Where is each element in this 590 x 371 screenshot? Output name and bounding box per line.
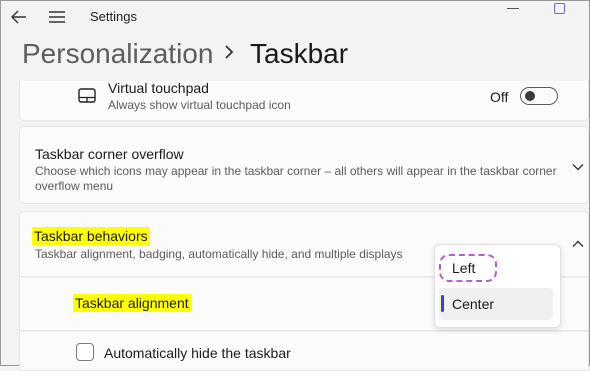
minimize-button[interactable] — [507, 8, 519, 9]
virtual-touchpad-title: Virtual touchpad — [108, 80, 209, 96]
maximize-button[interactable] — [554, 3, 565, 14]
option-center-label: Center — [452, 296, 495, 312]
toggle-state-label: Off — [490, 89, 509, 105]
auto-hide-checkbox[interactable] — [76, 343, 94, 361]
app-title: Settings — [90, 9, 137, 24]
corner-overflow-description-line1: Choose which icons may appear in the tas… — [35, 164, 557, 178]
corner-overflow-title: Taskbar corner overflow — [35, 146, 184, 162]
behaviors-title: Taskbar behaviors — [32, 227, 150, 245]
option-left-label: Left — [452, 260, 476, 276]
alignment-dropdown[interactable]: Left Center — [434, 244, 561, 328]
back-arrow-icon[interactable] — [10, 8, 28, 26]
chevron-down-icon[interactable] — [572, 163, 584, 171]
touchpad-icon — [78, 88, 96, 103]
virtual-touchpad-toggle[interactable] — [520, 87, 558, 105]
behaviors-description: Taskbar alignment, badging, automaticall… — [35, 247, 403, 261]
chevron-up-icon[interactable] — [572, 240, 584, 248]
hamburger-menu-icon[interactable] — [48, 9, 66, 25]
breadcrumb-chevron-icon — [225, 45, 234, 59]
virtual-touchpad-description: Always show virtual touchpad icon — [108, 98, 291, 112]
corner-overflow-description-line2: overflow menu — [35, 179, 114, 193]
auto-hide-label[interactable]: Automatically hide the taskbar — [104, 345, 291, 361]
breadcrumb-parent[interactable]: Personalization — [22, 38, 213, 70]
selected-indicator — [441, 295, 444, 312]
toggle-knob — [525, 91, 535, 101]
alignment-label: Taskbar alignment — [73, 294, 191, 312]
page-title: Taskbar — [250, 38, 349, 69]
